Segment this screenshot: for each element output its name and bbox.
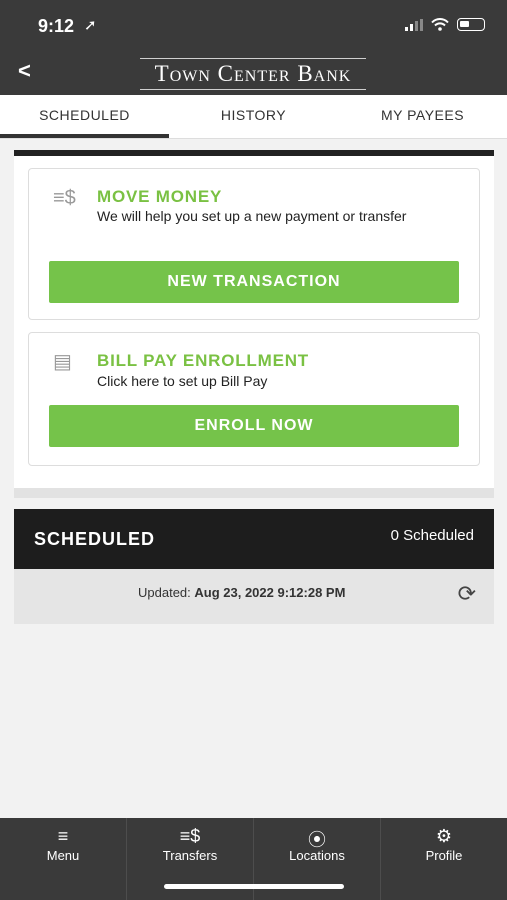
location-arrow-icon: ➚ [84, 17, 97, 34]
wifi-icon [431, 18, 449, 31]
updated-bar: Updated: Aug 23, 2022 9:12:28 PM ⟳ [14, 569, 494, 624]
bill-pay-card: ▤ BILL PAY ENROLLMENT Click here to set … [28, 332, 480, 466]
transfer-icon: ≡$ [179, 826, 201, 846]
updated-timestamp: Aug 23, 2022 9:12:28 PM [194, 585, 346, 600]
status-icons [405, 18, 485, 31]
new-transaction-button[interactable]: NEW TRANSACTION [49, 261, 459, 303]
updated-text: Updated: Aug 23, 2022 9:12:28 PM [138, 585, 345, 600]
tab-scheduled[interactable]: SCHEDULED [0, 95, 169, 138]
status-time: 9:12 [38, 16, 75, 36]
gear-icon: ⚙ [435, 826, 453, 846]
nav-profile[interactable]: ⚙ Profile [381, 818, 507, 900]
refresh-icon[interactable]: ⟳ [458, 581, 476, 607]
bill-pay-description: Click here to set up Bill Pay [97, 373, 268, 389]
content-panel: ≡$ MOVE MONEY We will help you set up a … [14, 150, 494, 498]
scheduled-count: 0 Scheduled [390, 527, 474, 544]
move-money-description: We will help you set up a new payment or… [97, 208, 407, 224]
move-money-card: ≡$ MOVE MONEY We will help you set up a … [28, 168, 480, 320]
bill-pay-title: BILL PAY ENROLLMENT [97, 351, 309, 370]
nav-locations-label: Locations [289, 848, 345, 863]
nav-transfers-label: Transfers [162, 848, 218, 863]
hamburger-icon: ≡ [57, 826, 69, 846]
nav-menu-label: Menu [46, 848, 80, 863]
bank-logo: Town Center Bank [140, 58, 366, 90]
tab-bar: SCHEDULED HISTORY MY PAYEES [0, 95, 507, 139]
back-button[interactable]: < [18, 58, 31, 84]
content-divider [14, 488, 494, 498]
scheduled-header: SCHEDULED 0 Scheduled [14, 509, 494, 569]
updated-label: Updated: [138, 585, 191, 600]
home-indicator [164, 884, 344, 889]
transfer-icon: ≡$ [53, 187, 76, 209]
bill-icon: ▤ [53, 351, 72, 373]
battery-icon [457, 18, 485, 31]
enroll-now-button[interactable]: ENROLL NOW [49, 405, 459, 447]
scheduled-title: SCHEDULED [34, 529, 156, 549]
cellular-signal-icon [405, 18, 423, 31]
top-bar: 9:12 ➚ < Town Center Bank [0, 0, 507, 95]
move-money-title: MOVE MONEY [97, 187, 223, 206]
tab-history[interactable]: HISTORY [169, 95, 338, 138]
tab-my-payees[interactable]: MY PAYEES [338, 95, 507, 138]
nav-profile-label: Profile [425, 848, 463, 863]
nav-menu[interactable]: ≡ Menu [0, 818, 127, 900]
